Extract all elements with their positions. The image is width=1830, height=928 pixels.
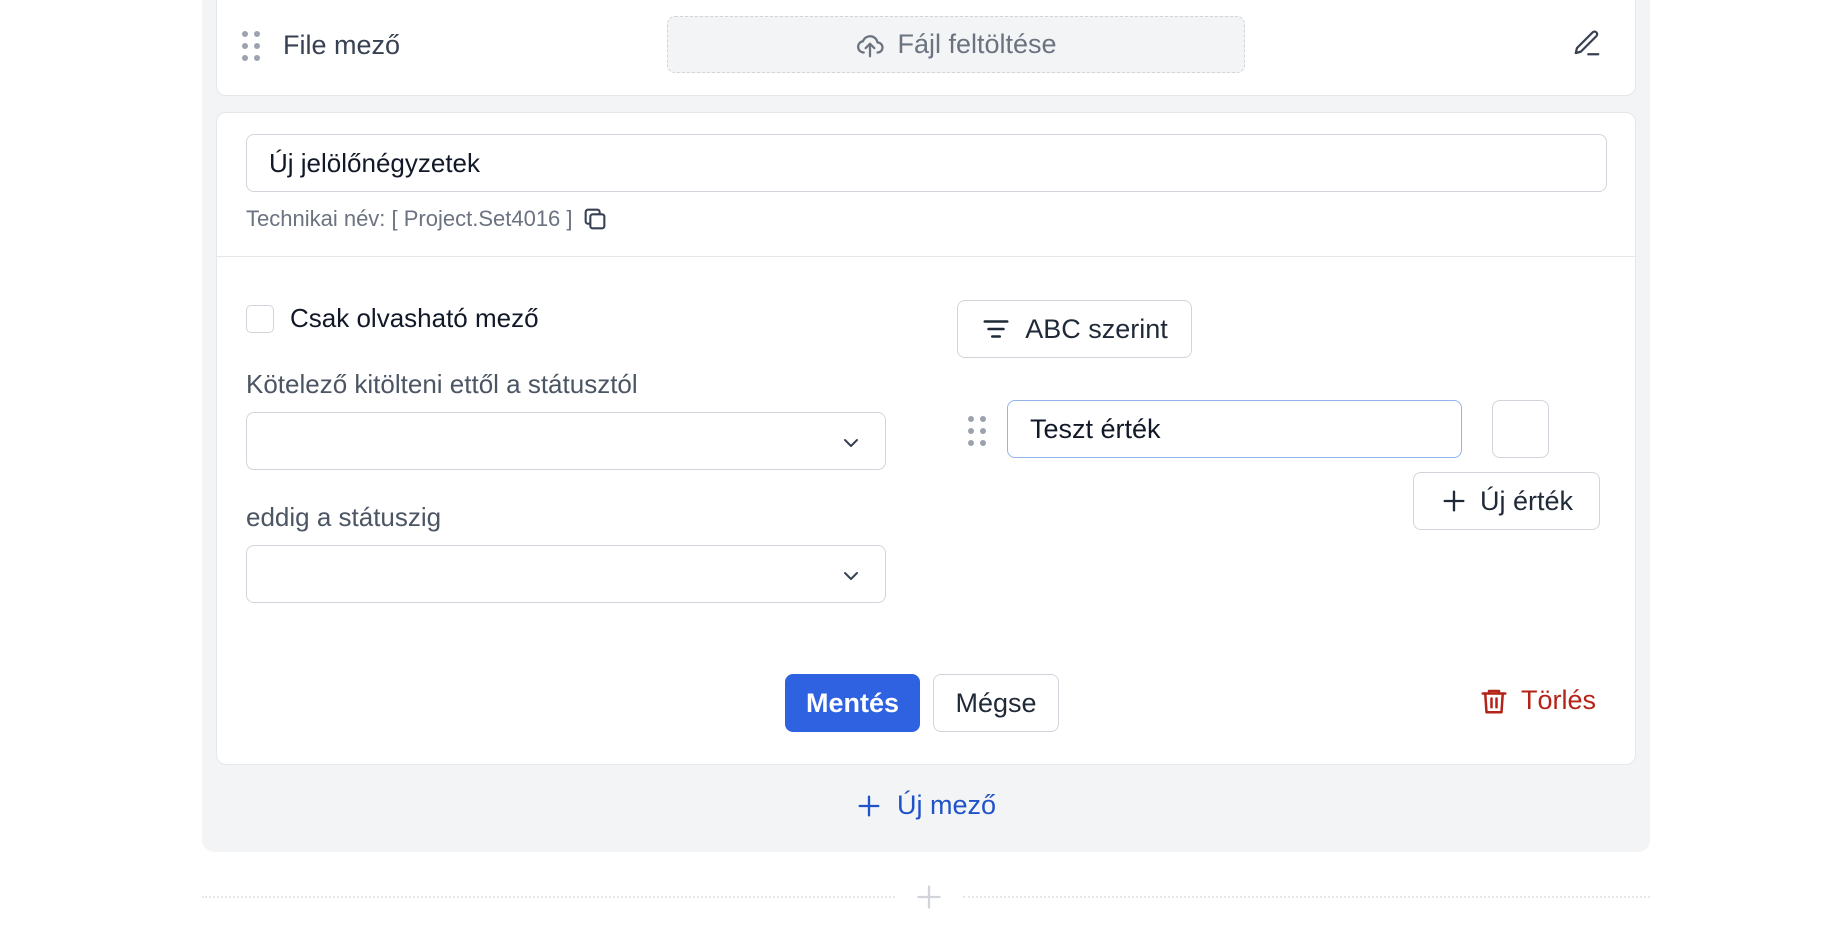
chevron-down-icon — [844, 439, 858, 447]
plus-icon — [858, 795, 880, 816]
save-button[interactable]: Mentés — [785, 674, 920, 732]
technical-name: Technikai név: [ Project.Set4016 ] — [246, 205, 609, 233]
required-to-label: eddig a státuszig — [246, 502, 442, 532]
delete-label: Törlés — [1521, 685, 1597, 715]
chevron-down-icon — [844, 572, 858, 580]
add-field-label: Új mező — [897, 790, 997, 820]
section-divider-right — [963, 896, 1650, 898]
plus-icon — [1443, 490, 1465, 512]
required-to-select[interactable] — [246, 545, 886, 603]
required-from-label: Kötelező kitölteni ettől a státusztól — [246, 369, 638, 399]
option-color-picker[interactable] — [1492, 400, 1549, 458]
edit-pencil-icon[interactable] — [1572, 28, 1602, 58]
value-drag-handle-icon[interactable] — [968, 416, 986, 446]
field-name-input[interactable] — [246, 134, 1607, 192]
copy-icon[interactable] — [581, 205, 609, 233]
sort-filter-icon — [983, 320, 1009, 338]
readonly-checkbox[interactable] — [246, 304, 274, 333]
sort-abc-button[interactable]: ABC szerint — [957, 300, 1192, 358]
cancel-button[interactable]: Mégse — [933, 674, 1059, 732]
option-value-input[interactable] — [1007, 400, 1462, 458]
delete-button[interactable]: Törlés — [1479, 685, 1596, 716]
file-field-label: File mező — [283, 30, 401, 60]
sort-label: ABC szerint — [1025, 313, 1168, 344]
technical-name-text: Technikai név: [ Project.Set4016 ] — [246, 206, 573, 231]
trash-icon — [1481, 689, 1507, 713]
section-divider-left — [202, 896, 895, 898]
readonly-label: Csak olvasható mező — [290, 303, 539, 333]
upload-label: Fájl feltöltése — [897, 29, 1057, 59]
drag-handle-icon[interactable] — [242, 31, 260, 61]
add-section-plus-icon[interactable] — [915, 883, 943, 911]
add-value-button[interactable]: Új érték — [1413, 472, 1600, 530]
section-divider — [217, 256, 1635, 257]
required-from-select[interactable] — [246, 412, 886, 470]
upload-file-button[interactable]: Fájl feltöltése — [667, 16, 1245, 73]
add-value-label: Új érték — [1479, 485, 1574, 516]
cloud-upload-icon — [857, 34, 885, 57]
add-field-button[interactable]: Új mező — [855, 790, 996, 821]
readonly-checkbox-row[interactable]: Csak olvasható mező — [246, 303, 539, 334]
